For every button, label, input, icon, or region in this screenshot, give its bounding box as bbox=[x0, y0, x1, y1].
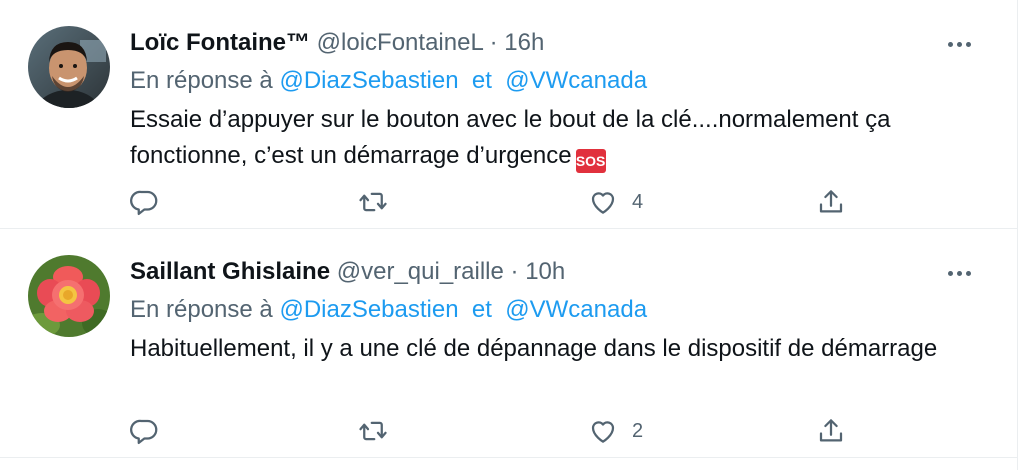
tweet-header: Saillant Ghislaine @ver_qui_raille · 10h bbox=[130, 257, 565, 287]
like-button[interactable]: 2 bbox=[588, 413, 643, 449]
tweet[interactable]: Saillant Ghislaine @ver_qui_raille · 10h… bbox=[0, 229, 1017, 458]
retweet-button[interactable] bbox=[358, 184, 402, 220]
author-name[interactable]: Saillant Ghislaine bbox=[130, 258, 330, 285]
heart-icon bbox=[591, 192, 615, 214]
tweet-text: Essaie d’appuyer sur le bouton avec le b… bbox=[130, 102, 990, 174]
more-options-icon[interactable] bbox=[941, 30, 977, 58]
reply-context: En réponse à @DiazSebastien et @VWcanada bbox=[130, 66, 647, 96]
mention-link[interactable]: @VWcanada bbox=[505, 67, 647, 94]
reply-button[interactable] bbox=[130, 413, 174, 449]
flower-photo-avatar-icon bbox=[28, 255, 110, 337]
reply-thread: Loïc Fontaine™ @loicFontaineL · 16h En r… bbox=[0, 0, 1018, 470]
heart-icon bbox=[591, 421, 615, 443]
reply-conjunction: et bbox=[471, 67, 492, 94]
tweet-text-content: Habituellement, il y a une clé de dépann… bbox=[130, 335, 938, 362]
reply-conjunction: et bbox=[471, 296, 492, 323]
person-photo-avatar-icon bbox=[28, 26, 110, 108]
reply-prefix: En réponse à bbox=[130, 296, 273, 323]
reply-prefix: En réponse à bbox=[130, 67, 273, 94]
like-count: 2 bbox=[632, 419, 644, 442]
author-name[interactable]: Loïc Fontaine™ bbox=[130, 29, 310, 56]
reply-icon bbox=[130, 419, 158, 444]
share-button[interactable] bbox=[816, 413, 846, 449]
like-count: 4 bbox=[632, 190, 644, 213]
sos-emoji-icon: SOS bbox=[575, 149, 606, 173]
mention-link[interactable]: @VWcanada bbox=[505, 296, 647, 323]
more-options-icon[interactable] bbox=[941, 259, 977, 287]
mention-link[interactable]: @DiazSebastien bbox=[279, 67, 458, 94]
avatar[interactable] bbox=[28, 255, 110, 337]
author-handle[interactable]: @ver_qui_raille bbox=[337, 258, 504, 285]
retweet-icon bbox=[359, 421, 387, 441]
separator: · bbox=[510, 258, 519, 285]
retweet-icon bbox=[359, 192, 387, 212]
reply-icon bbox=[130, 190, 158, 215]
timestamp[interactable]: 16h bbox=[504, 29, 544, 56]
mention-link[interactable]: @DiazSebastien bbox=[279, 296, 458, 323]
share-icon bbox=[819, 419, 843, 442]
share-button[interactable] bbox=[816, 184, 846, 220]
tweet-actions: 4 bbox=[130, 184, 860, 220]
timestamp[interactable]: 10h bbox=[525, 258, 565, 285]
tweet[interactable]: Loïc Fontaine™ @loicFontaineL · 16h En r… bbox=[0, 0, 1017, 229]
tweet-text-content: Essaie d’appuyer sur le bouton avec le b… bbox=[130, 106, 891, 169]
tweet-header: Loïc Fontaine™ @loicFontaineL · 16h bbox=[130, 28, 544, 58]
retweet-button[interactable] bbox=[358, 413, 402, 449]
share-icon bbox=[819, 190, 843, 213]
like-button[interactable]: 4 bbox=[588, 184, 643, 220]
avatar[interactable] bbox=[28, 26, 110, 108]
separator: · bbox=[489, 29, 498, 56]
reply-context: En réponse à @DiazSebastien et @VWcanada bbox=[130, 295, 647, 325]
reply-button[interactable] bbox=[130, 184, 174, 220]
tweet-actions: 2 bbox=[130, 413, 860, 449]
author-handle[interactable]: @loicFontaineL bbox=[317, 29, 483, 56]
tweet-text: Habituellement, il y a une clé de dépann… bbox=[130, 331, 990, 367]
